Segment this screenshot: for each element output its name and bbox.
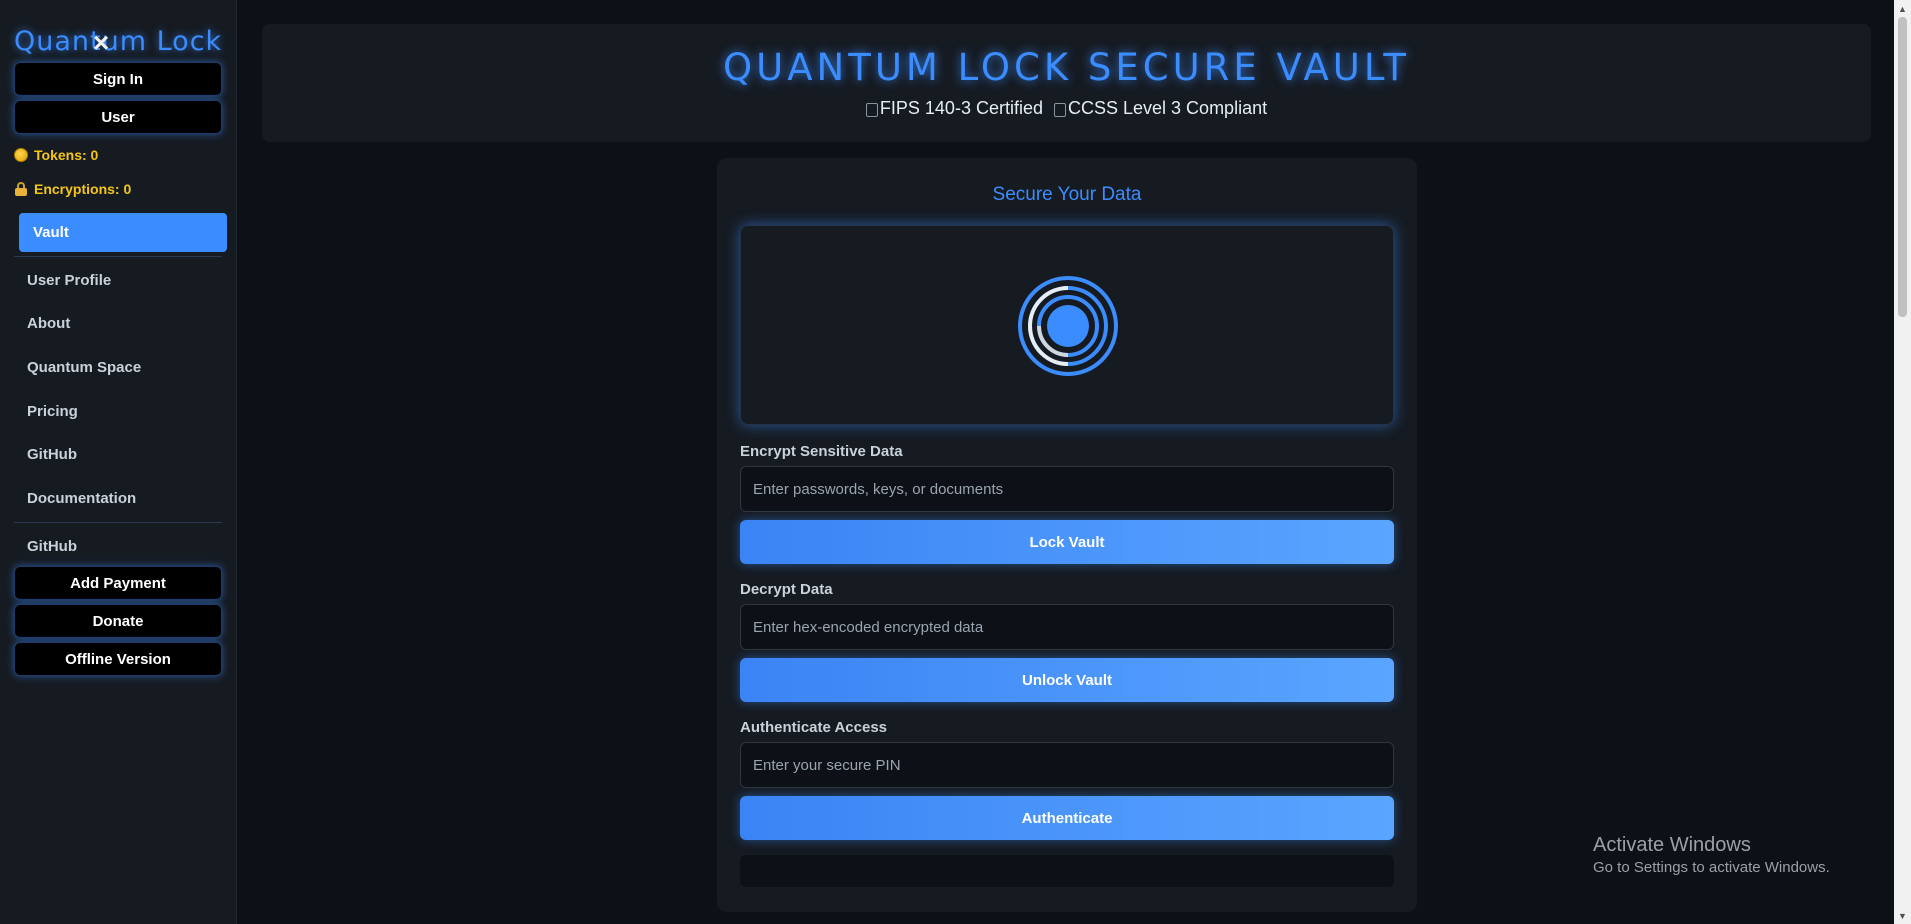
sidebar-item-github-secondary[interactable]: GitHub <box>27 538 77 555</box>
card-title: Secure Your Data <box>992 184 1142 205</box>
pin-input[interactable] <box>740 742 1394 788</box>
sidebar-item-github[interactable]: GitHub <box>27 446 77 463</box>
unlock-vault-button[interactable]: Unlock Vault <box>740 658 1394 702</box>
scroll-up-arrow-icon[interactable]: ▲ <box>1894 0 1911 17</box>
fips-badge: FIPS 140-3 Certified <box>865 98 1043 119</box>
tokens-stat: Tokens: 0 <box>14 147 98 163</box>
close-icon[interactable]: × <box>90 28 112 58</box>
user-button[interactable]: User <box>14 100 222 134</box>
vault-card: Secure Your Data Encrypt Sensitive Data … <box>717 158 1417 912</box>
sidebar-divider <box>14 256 222 257</box>
authenticate-button[interactable]: Authenticate <box>740 796 1394 840</box>
lock-vault-button[interactable]: Lock Vault <box>740 520 1394 564</box>
sign-in-button[interactable]: Sign In <box>14 62 222 96</box>
decrypt-label: Decrypt Data <box>740 581 833 598</box>
sidebar-item-documentation[interactable]: Documentation <box>27 490 136 507</box>
page-title: QUANTUM LOCK SECURE VAULT <box>723 46 1410 89</box>
sidebar-item-quantum-space[interactable]: Quantum Space <box>27 359 141 376</box>
encryptions-stat: Encryptions: 0 <box>14 181 131 197</box>
fips-badge-text: FIPS 140-3 Certified <box>879 98 1043 118</box>
activation-watermark: Activate Windows Go to Settings to activ… <box>1593 834 1830 876</box>
sidebar-item-vault[interactable]: Vault <box>19 213 227 252</box>
encryptions-label: Encryptions: 0 <box>34 181 132 197</box>
certification-badges: FIPS 140-3 Certified CCSS Level 3 Compli… <box>262 98 1871 121</box>
result-output <box>740 855 1394 887</box>
scroll-down-arrow-icon[interactable]: ▼ <box>1894 907 1911 924</box>
tokens-label: Tokens: 0 <box>34 147 99 163</box>
add-payment-button[interactable]: Add Payment <box>14 566 222 600</box>
sidebar-divider <box>14 522 222 523</box>
sidebar-item-pricing[interactable]: Pricing <box>27 403 78 420</box>
broken-image-icon <box>1054 102 1066 117</box>
sidebar-item-user-profile[interactable]: User Profile <box>27 272 111 289</box>
sidebar-item-about[interactable]: About <box>27 315 70 332</box>
ccss-badge: CCSS Level 3 Compliant <box>1054 98 1267 119</box>
encrypt-input[interactable] <box>740 466 1394 512</box>
vertical-scrollbar[interactable]: ▲ ▼ <box>1894 0 1911 924</box>
donate-button[interactable]: Donate <box>14 604 222 638</box>
vault-dial-icon <box>1018 276 1118 376</box>
offline-version-button[interactable]: Offline Version <box>14 642 222 676</box>
watermark-subtitle: Go to Settings to activate Windows. <box>1593 859 1830 876</box>
authenticate-label: Authenticate Access <box>740 719 887 736</box>
lock-icon <box>14 182 28 196</box>
coin-icon <box>14 148 28 162</box>
brand-logo: Quantum Lock <box>14 26 223 57</box>
encrypt-label: Encrypt Sensitive Data <box>740 443 903 460</box>
decrypt-input[interactable] <box>740 604 1394 650</box>
ccss-badge-text: CCSS Level 3 Compliant <box>1068 98 1268 118</box>
scroll-thumb[interactable] <box>1898 17 1907 317</box>
watermark-title: Activate Windows <box>1593 834 1751 856</box>
broken-image-icon <box>865 102 878 117</box>
vault-visual-panel <box>740 225 1394 425</box>
sidebar: Quantum Lock × Sign In User Tokens: 0 En… <box>0 0 237 924</box>
page-header: QUANTUM LOCK SECURE VAULT FIPS 140-3 Cer… <box>262 24 1871 142</box>
